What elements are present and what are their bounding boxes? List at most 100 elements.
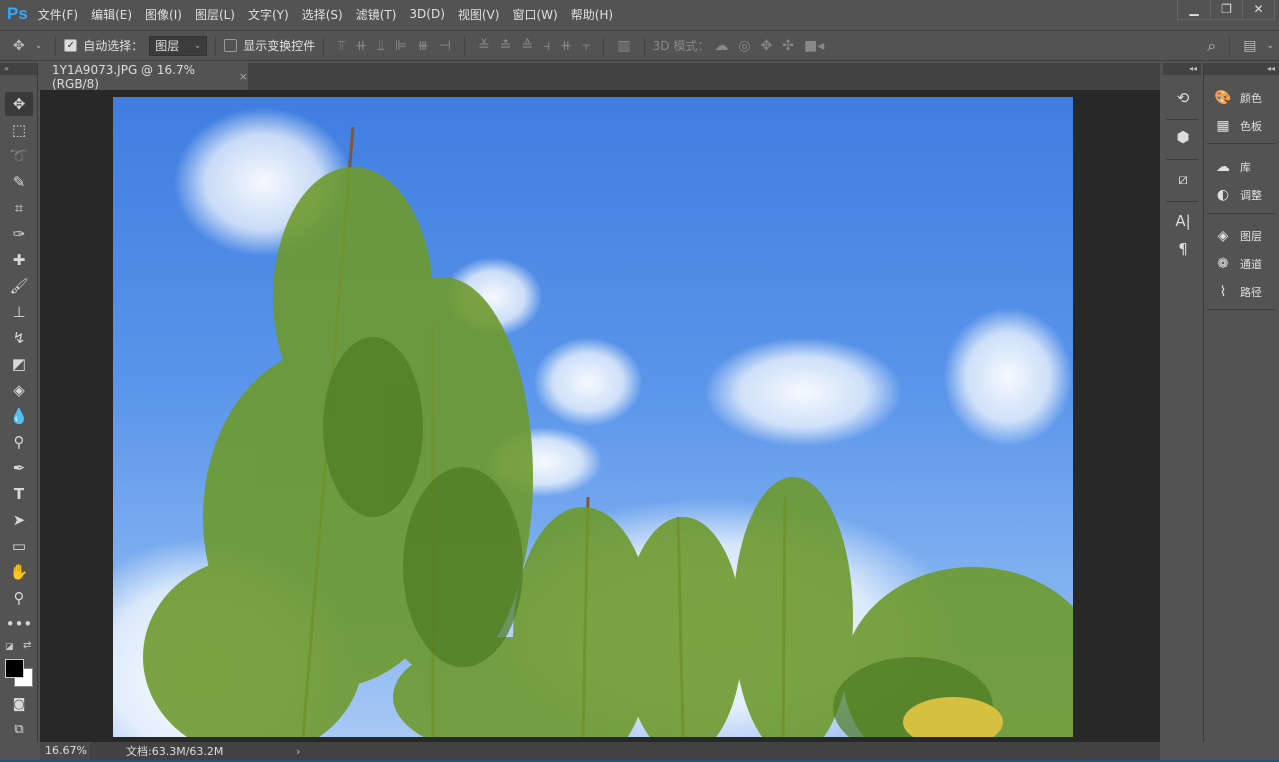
align-vcenter-icon[interactable]: ⧺ <box>355 38 367 54</box>
quick-select-tool-icon[interactable]: ✎ <box>5 170 33 194</box>
history-brush-tool-icon[interactable]: ↯ <box>5 326 33 350</box>
default-colors-icon[interactable]: ◪ <box>5 642 14 652</box>
document-tab[interactable]: 1Y1A9073.JPG @ 16.7%(RGB/8) × <box>40 63 248 91</box>
move-tool-icon[interactable]: ✥ <box>5 92 33 116</box>
lasso-tool-icon[interactable]: ➰ <box>5 144 33 168</box>
minimize-button[interactable]: ▁ <box>1178 0 1210 19</box>
menu-file[interactable]: 文件(F) <box>38 6 78 23</box>
close-button[interactable]: ✕ <box>1242 0 1274 19</box>
healing-brush-tool-icon[interactable]: ✚ <box>5 248 33 272</box>
hand-tool-icon[interactable]: ✋ <box>5 560 33 584</box>
search-icon[interactable]: ⌕ <box>1207 36 1216 56</box>
eyedropper-tool-icon[interactable]: ✑ <box>5 222 33 246</box>
align-hcenter-icon[interactable]: ⧻ <box>417 38 429 54</box>
menu-3d[interactable]: 3D(D) <box>409 7 444 21</box>
auto-select-checkbox[interactable]: ✓ <box>64 39 78 52</box>
panel-label: 路径 <box>1240 286 1262 299</box>
paint-bucket-tool-icon[interactable]: ◈ <box>5 378 33 402</box>
3d-orbit-icon[interactable]: ☁ <box>714 38 728 54</box>
panel-paths[interactable]: ⌇ 路径 <box>1212 281 1262 303</box>
distribute-hcenter-icon[interactable]: ⧺ <box>560 38 572 54</box>
3d-pan-icon[interactable]: ✥ <box>761 38 773 54</box>
foreground-color-swatch[interactable] <box>5 659 24 678</box>
panel-swatches[interactable]: ▦ 色板 <box>1212 115 1262 137</box>
divider <box>463 35 465 56</box>
chevron-down-icon[interactable]: ⌄ <box>1266 41 1274 51</box>
workspace-icon[interactable]: ▤ <box>1243 38 1256 54</box>
menu-layer[interactable]: 图层(L) <box>195 6 235 23</box>
3d-panel-icon[interactable]: ⬢ <box>1171 125 1195 149</box>
panel-color[interactable]: 🎨 颜色 <box>1212 87 1262 109</box>
collapse-dock-icon[interactable]: ◂◂ <box>1204 63 1279 75</box>
blur-tool-icon[interactable]: 💧 <box>5 404 33 428</box>
character-panel-icon[interactable]: A| <box>1171 209 1195 233</box>
align-right-icon[interactable]: ⊣ <box>439 38 451 54</box>
canvas-area[interactable] <box>40 90 1160 742</box>
document-size-info: 文档:63.3M/63.2M <box>126 745 224 758</box>
divider <box>1229 35 1231 56</box>
zoom-level-field[interactable]: 16.67% <box>40 742 90 760</box>
3d-slide-icon[interactable]: ✣ <box>782 38 794 54</box>
pen-tool-icon[interactable]: ✒ <box>5 456 33 480</box>
distribute-bottom-icon[interactable]: ≙ <box>521 38 533 54</box>
type-tool-icon[interactable]: T <box>5 482 33 506</box>
menu-edit[interactable]: 编辑(E) <box>91 6 132 23</box>
3d-mode-label: 3D 模式： <box>652 39 710 53</box>
panel-layers[interactable]: ◈ 图层 <box>1212 225 1262 247</box>
layers-icon: ◈ <box>1217 228 1229 244</box>
panel-channels[interactable]: ❁ 通道 <box>1212 253 1262 275</box>
rectangle-tool-icon[interactable]: ▭ <box>5 534 33 558</box>
quick-mask-icon[interactable]: ◙ <box>5 693 33 717</box>
menu-bar: Ps 文件(F) 编辑(E) 图像(I) 图层(L) 文字(Y) 选择(S) 滤… <box>0 0 1279 28</box>
dodge-tool-icon[interactable]: ⚲ <box>5 430 33 454</box>
align-left-icon[interactable]: ⊫ <box>395 38 407 54</box>
menu-help[interactable]: 帮助(H) <box>571 6 613 23</box>
auto-align-icon[interactable]: ▥ <box>617 38 630 54</box>
clone-stamp-tool-icon[interactable]: ⊥ <box>5 300 33 324</box>
move-tool-preset-icon[interactable]: ✥ <box>13 38 25 54</box>
tools-panel: » ✥ ⬚ ➰ ✎ ⌗ ✑ ✚ 🖌 ⊥ ↯ ◩ ◈ 💧 ⚲ ✒ T ➤ ▭ ✋ … <box>0 63 38 742</box>
show-transform-checkbox[interactable] <box>224 39 238 52</box>
screen-mode-icon[interactable]: ⧉ <box>5 718 33 742</box>
menu-window[interactable]: 窗口(W) <box>512 6 557 23</box>
restore-button[interactable]: ❐ <box>1210 0 1242 19</box>
paragraph-panel-icon[interactable]: ¶ <box>1171 237 1195 261</box>
zoom-tool-icon[interactable]: ⚲ <box>5 586 33 610</box>
auto-select-target-dropdown[interactable]: 图层 ⌄ <box>149 35 208 56</box>
align-top-icon[interactable]: ⫪ <box>337 38 345 54</box>
more-tools-icon[interactable]: ••• <box>5 612 33 636</box>
menu-type[interactable]: 文字(Y) <box>248 6 289 23</box>
swatches-icon: ▦ <box>1216 118 1230 134</box>
crop-tool-icon[interactable]: ⌗ <box>5 196 33 220</box>
brush-tool-icon[interactable]: 🖌 <box>5 274 33 298</box>
distribute-right-icon[interactable]: ⫟ <box>582 38 590 54</box>
eraser-tool-icon[interactable]: ◩ <box>5 352 33 376</box>
properties-panel-icon[interactable]: ⧄ <box>1171 167 1195 191</box>
path-selection-tool-icon[interactable]: ➤ <box>5 508 33 532</box>
show-transform-label: 显示变换控件 <box>243 39 316 53</box>
3d-roll-icon[interactable]: ◎ <box>738 38 750 54</box>
distribute-top-icon[interactable]: ≚ <box>478 38 490 54</box>
align-bottom-icon[interactable]: ⫫ <box>377 38 385 54</box>
panel-label: 库 <box>1240 161 1251 174</box>
panel-libraries[interactable]: ☁ 库 <box>1212 156 1251 178</box>
document-image[interactable] <box>113 97 1073 737</box>
menu-filter[interactable]: 滤镜(T) <box>356 6 397 23</box>
status-menu-arrow[interactable]: › <box>296 745 300 758</box>
menu-select[interactable]: 选择(S) <box>302 6 343 23</box>
3d-camera-icon[interactable]: ■◂ <box>804 38 824 54</box>
auto-select-label: 自动选择： <box>83 39 144 53</box>
distribute-vcenter-icon[interactable]: ≛ <box>500 38 512 54</box>
distribute-left-icon[interactable]: ⫞ <box>543 38 550 54</box>
menu-image[interactable]: 图像(I) <box>145 6 182 23</box>
menu-view[interactable]: 视图(V) <box>458 6 500 23</box>
close-tab-icon[interactable]: × <box>239 70 248 83</box>
chevron-down-icon[interactable]: ⌄ <box>35 41 43 51</box>
palette-icon: 🎨 <box>1214 90 1232 106</box>
history-panel-icon[interactable]: ⟲ <box>1171 86 1195 110</box>
marquee-tool-icon[interactable]: ⬚ <box>5 118 33 142</box>
swap-colors-icon[interactable]: ⇄ <box>23 640 31 651</box>
collapse-toolbar-icon[interactable]: » <box>0 63 37 75</box>
panel-adjustments[interactable]: ◐ 调整 <box>1212 184 1262 206</box>
collapse-dock-icon[interactable]: ◂◂ <box>1163 63 1201 75</box>
